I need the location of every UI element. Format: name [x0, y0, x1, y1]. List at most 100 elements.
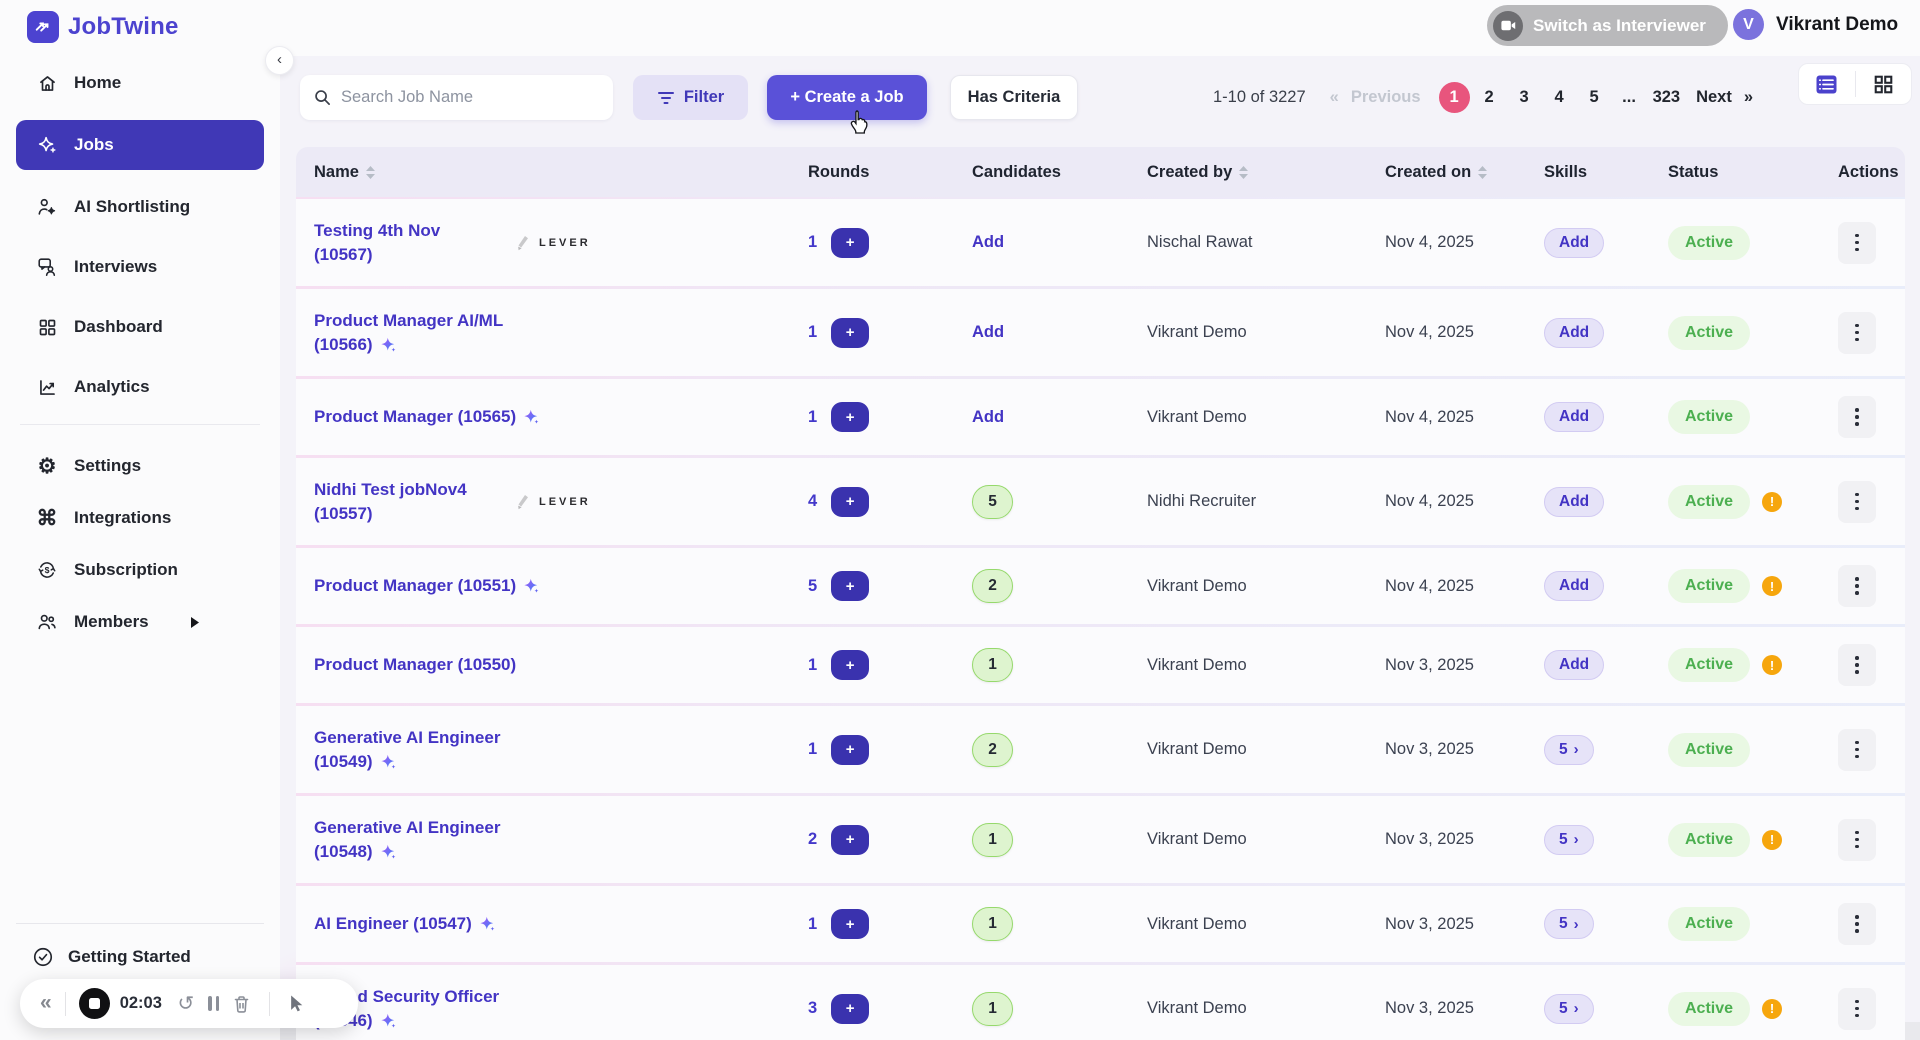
skills-count-button[interactable]: 5› — [1544, 825, 1594, 855]
add-round-button[interactable]: + — [831, 571, 869, 601]
recorder-cursor-icon[interactable] — [283, 995, 311, 1012]
sidebar-item-label: Members — [74, 612, 149, 632]
sidebar-item-jobs[interactable]: Jobs — [16, 120, 264, 170]
add-skills-button[interactable]: Add — [1544, 318, 1604, 348]
column-header-created-on[interactable]: Created on — [1366, 163, 1523, 182]
add-round-button[interactable]: + — [831, 825, 869, 855]
row-actions-menu-button[interactable] — [1838, 729, 1876, 771]
candidates-count-badge[interactable]: 2 — [972, 569, 1013, 603]
pagination-next-arrow[interactable]: » — [1744, 88, 1753, 107]
sidebar-item-interviews[interactable]: Interviews — [16, 244, 264, 290]
table-row: Product Manager (10565) 1 + Add Vikrant … — [296, 379, 1905, 455]
sidebar-item-integrations[interactable]: ⌘ Integrations — [16, 497, 264, 539]
getting-started-button[interactable]: Getting Started — [16, 923, 264, 968]
job-name-link[interactable]: Product Manager (10551) — [314, 574, 540, 598]
candidates-count-badge[interactable]: 1 — [972, 648, 1013, 682]
sidebar-item-home[interactable]: Home — [16, 60, 264, 106]
cell-status: Active — [1649, 907, 1819, 941]
row-actions-menu-button[interactable] — [1838, 481, 1876, 523]
job-name-link[interactable]: Generative AI Engineer(10549) — [314, 726, 500, 774]
recorder-delete-icon[interactable] — [228, 995, 256, 1013]
pagination-page-5[interactable]: 5 — [1579, 82, 1610, 113]
add-round-button[interactable]: + — [831, 650, 869, 680]
job-name-link[interactable]: Nidhi Test jobNov4(10557) — [314, 478, 506, 526]
add-round-button[interactable]: + — [831, 402, 869, 432]
candidates-count-badge[interactable]: 1 — [972, 992, 1013, 1026]
pagination-next-button[interactable]: Next — [1696, 88, 1732, 107]
add-round-button[interactable]: + — [831, 318, 869, 348]
row-actions-menu-button[interactable] — [1838, 565, 1876, 607]
sidebar-item-analytics[interactable]: Analytics — [16, 364, 264, 410]
job-name-link[interactable]: Product Manager (10550) — [314, 653, 516, 677]
add-round-button[interactable]: + — [831, 228, 869, 258]
candidates-count-badge[interactable]: 1 — [972, 907, 1013, 941]
job-name-link[interactable]: Product Manager AI/ML(10566) — [314, 309, 503, 357]
sidebar-collapse-button[interactable]: ‹ — [265, 46, 294, 75]
has-criteria-button[interactable]: Has Criteria — [950, 75, 1078, 120]
recorder-restart-icon[interactable]: ↺ — [172, 994, 200, 1014]
filter-button[interactable]: Filter — [633, 75, 748, 120]
recorder-pause-icon[interactable] — [200, 996, 228, 1011]
row-actions-menu-button[interactable] — [1838, 644, 1876, 686]
sidebar-item-subscription[interactable]: $ Subscription — [16, 549, 264, 591]
add-skills-button[interactable]: Add — [1544, 402, 1604, 432]
add-round-button[interactable]: + — [831, 735, 869, 765]
row-actions-menu-button[interactable] — [1838, 312, 1876, 354]
sidebar-item-ai-shortlisting[interactable]: AI Shortlisting — [16, 184, 264, 230]
pagination-previous-button[interactable]: Previous — [1351, 88, 1421, 107]
pagination-page-1[interactable]: 1 — [1439, 82, 1470, 113]
job-name-link[interactable]: Product Manager (10565) — [314, 405, 540, 429]
pagination-page-...[interactable]: ... — [1614, 82, 1645, 113]
cell-created-by: Nischal Rawat — [1128, 233, 1366, 252]
pagination-page-323[interactable]: 323 — [1649, 82, 1685, 113]
add-candidates-link[interactable]: Add — [972, 233, 1004, 251]
job-name-link[interactable]: Testing 4th Nov(10567) — [314, 219, 506, 267]
add-skills-button[interactable]: Add — [1544, 487, 1604, 517]
job-name-link[interactable]: Generative AI Engineer(10548) — [314, 816, 500, 864]
candidates-count-badge[interactable]: 5 — [972, 485, 1013, 519]
add-skills-button[interactable]: Add — [1544, 571, 1604, 601]
pagination-page-2[interactable]: 2 — [1474, 82, 1505, 113]
row-actions-menu-button[interactable] — [1838, 903, 1876, 945]
add-candidates-link[interactable]: Add — [972, 323, 1004, 341]
add-round-button[interactable]: + — [831, 994, 869, 1024]
list-view-button[interactable] — [1799, 64, 1855, 104]
skills-count-button[interactable]: 5› — [1544, 735, 1594, 765]
pagination-page-3[interactable]: 3 — [1509, 82, 1540, 113]
sidebar-item-dashboard[interactable]: Dashboard — [16, 304, 264, 350]
cell-skills: 5› — [1523, 994, 1649, 1024]
grid-view-button[interactable] — [1856, 64, 1912, 104]
add-round-button[interactable]: + — [831, 909, 869, 939]
column-header-name[interactable]: Name — [296, 163, 790, 182]
sidebar-item-settings[interactable]: ⚙ Settings — [16, 445, 264, 487]
cell-candidates: Add — [950, 408, 1128, 427]
candidates-count-badge[interactable]: 2 — [972, 733, 1013, 767]
row-actions-menu-button[interactable] — [1838, 988, 1876, 1030]
add-skills-button[interactable]: Add — [1544, 228, 1604, 258]
add-round-button[interactable]: + — [831, 487, 869, 517]
pagination-range: 1-10 of 3227 — [1213, 88, 1306, 107]
user-avatar[interactable]: V — [1733, 9, 1764, 40]
recorder-stop-button[interactable] — [79, 988, 110, 1019]
create-job-button[interactable]: + Create a Job — [767, 75, 927, 120]
candidates-count-badge[interactable]: 1 — [972, 823, 1013, 857]
create-job-label: + Create a Job — [790, 88, 903, 107]
sidebar-item-members[interactable]: Members — [16, 601, 264, 643]
job-name-link[interactable]: AI Engineer (10547) — [314, 912, 496, 936]
skills-count-button[interactable]: 5› — [1544, 994, 1594, 1024]
column-header-created-by[interactable]: Created by — [1128, 163, 1366, 182]
search-input[interactable] — [341, 88, 601, 107]
pagination-page-4[interactable]: 4 — [1544, 82, 1575, 113]
status-badge: Active — [1668, 907, 1750, 941]
recorder-collapse-icon[interactable]: « — [40, 992, 52, 1016]
row-actions-menu-button[interactable] — [1838, 819, 1876, 861]
switch-as-interviewer-button[interactable]: Switch as Interviewer — [1487, 5, 1728, 46]
add-skills-button[interactable]: Add — [1544, 650, 1604, 680]
pagination-prev-arrow[interactable]: « — [1330, 88, 1339, 107]
sidebar-item-label: Jobs — [74, 135, 114, 155]
row-actions-menu-button[interactable] — [1838, 222, 1876, 264]
row-actions-menu-button[interactable] — [1838, 396, 1876, 438]
created-by-text: Vikrant Demo — [1147, 408, 1247, 426]
add-candidates-link[interactable]: Add — [972, 408, 1004, 426]
skills-count-button[interactable]: 5› — [1544, 909, 1594, 939]
